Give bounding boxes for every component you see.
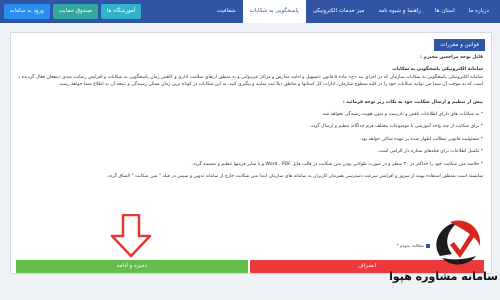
login-button[interactable]: ورود به سامانه [4, 4, 50, 19]
rules-line: * خلاصه متن شکایت خود را حداکثر در ۳۰ سط… [191, 161, 483, 167]
nav-transparency[interactable]: شفافیت [210, 0, 243, 23]
fund-button[interactable]: صندوق حمایت [52, 4, 98, 19]
down-arrow-icon [110, 214, 152, 258]
rules-line: سامانه الکترونیکی پاسخگویی به شکایات ساز… [19, 74, 483, 80]
rules-line: * به شکایات های دارای اطلاعات ناقص و ناد… [321, 112, 483, 118]
nav-eservices[interactable]: میز خدمات الکترونیکی [306, 0, 372, 23]
nav-guides[interactable]: راهنما و شیوه نامه [371, 0, 428, 23]
nav-provinces[interactable]: استان ها [428, 0, 462, 23]
top-navbar: درباره ما استان ها راهنما و شیوه نامه می… [0, 0, 500, 23]
save-continue-button[interactable]: ذخیره و ادامه [16, 260, 248, 273]
rules-line: سامانه الکترونیکی پاسخگویی به شکایات [392, 67, 483, 73]
rules-line: شایسته است بمنظور استفاده بهینه از سرور … [106, 174, 483, 180]
tutorial-button[interactable]: آموزشگاه ها [100, 4, 142, 19]
rules-line: * برای شکایت از چند واحد آموزشی با موضوع… [309, 124, 483, 130]
rules-line: قابل توجه مراجعین محترم : [420, 55, 483, 60]
nav-complaints[interactable]: پاسخگویی به شکایات [242, 0, 306, 23]
navbar-buttons: ورود به سامانه صندوق حمایت آموزشگاه ها [4, 4, 142, 19]
rules-line: پیش از تنظیم و ارسال شکایت خود به نکات ز… [342, 99, 483, 105]
rules-line: است که به موجب آن شما می توانید شکایات خ… [58, 82, 483, 88]
nav-about[interactable]: درباره ما [462, 0, 496, 23]
rules-line: * مسئولیت قانونی مطالب اظهار شده بر عهده… [360, 136, 483, 142]
card-heading: قوانین و مقررات [434, 39, 485, 51]
rules-line: * تکمیل اطلاعات برای فیلدهای ستاره دار ا… [377, 149, 483, 155]
watermark-text: سامانه مشاوره هپوا [389, 270, 498, 283]
watermark-logo [436, 220, 481, 265]
